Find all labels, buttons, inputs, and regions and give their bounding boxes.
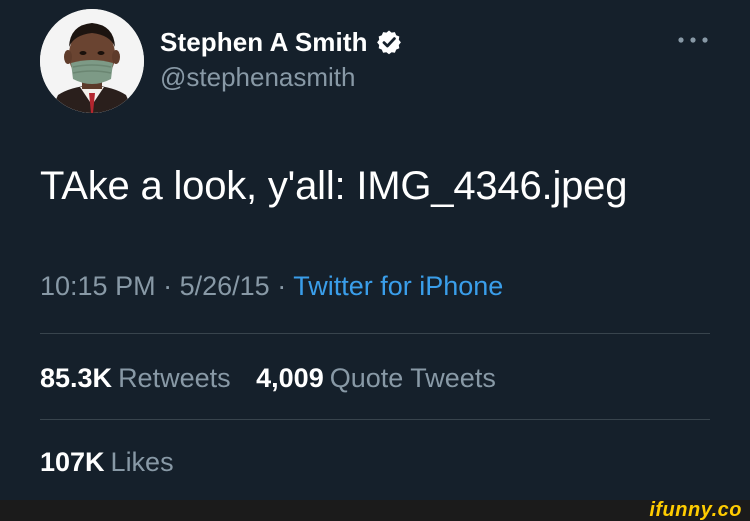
quote-tweets-stat[interactable]: 4,009 Quote Tweets bbox=[256, 360, 496, 396]
tweet-time[interactable]: 10:15 PM bbox=[40, 271, 156, 301]
retweets-count: 85.3K bbox=[40, 363, 113, 393]
divider bbox=[40, 333, 710, 334]
retweets-stat[interactable]: 85.3K Retweets bbox=[40, 360, 231, 396]
author-handle[interactable]: @stephenasmith bbox=[160, 62, 356, 93]
meta-separator: · bbox=[163, 271, 180, 301]
meta-separator: · bbox=[277, 271, 294, 301]
verified-badge-icon bbox=[376, 29, 402, 55]
author-name-row[interactable]: Stephen A Smith bbox=[160, 25, 402, 59]
likes-stat[interactable]: 107K Likes bbox=[40, 444, 174, 480]
more-options-icon[interactable] bbox=[676, 30, 710, 50]
ifunny-watermark: ifunny.co bbox=[649, 499, 742, 521]
watermark-bar: ifunny.co bbox=[0, 500, 750, 521]
tweet-detail: Stephen A Smith @stephenasmith TAke a lo… bbox=[0, 0, 750, 500]
retweet-stats-row: 85.3K Retweets 4,009 Quote Tweets bbox=[40, 360, 514, 396]
likes-count: 107K bbox=[40, 447, 105, 477]
avatar-photo bbox=[40, 9, 144, 113]
tweet-text: TAke a look, y'all: IMG_4346.jpeg bbox=[40, 164, 628, 208]
retweets-label: Retweets bbox=[118, 363, 231, 393]
tweet-date[interactable]: 5/26/15 bbox=[180, 271, 270, 301]
divider bbox=[40, 419, 710, 420]
quote-tweets-count: 4,009 bbox=[256, 363, 324, 393]
tweet-source-link[interactable]: Twitter for iPhone bbox=[293, 271, 503, 301]
tweet-meta: 10:15 PM · 5/26/15 · Twitter for iPhone bbox=[40, 268, 503, 304]
avatar[interactable] bbox=[40, 9, 144, 113]
author-display-name[interactable]: Stephen A Smith bbox=[160, 27, 368, 58]
likes-label: Likes bbox=[110, 447, 174, 477]
quote-tweets-label: Quote Tweets bbox=[329, 363, 496, 393]
likes-stats-row: 107K Likes bbox=[40, 444, 192, 480]
